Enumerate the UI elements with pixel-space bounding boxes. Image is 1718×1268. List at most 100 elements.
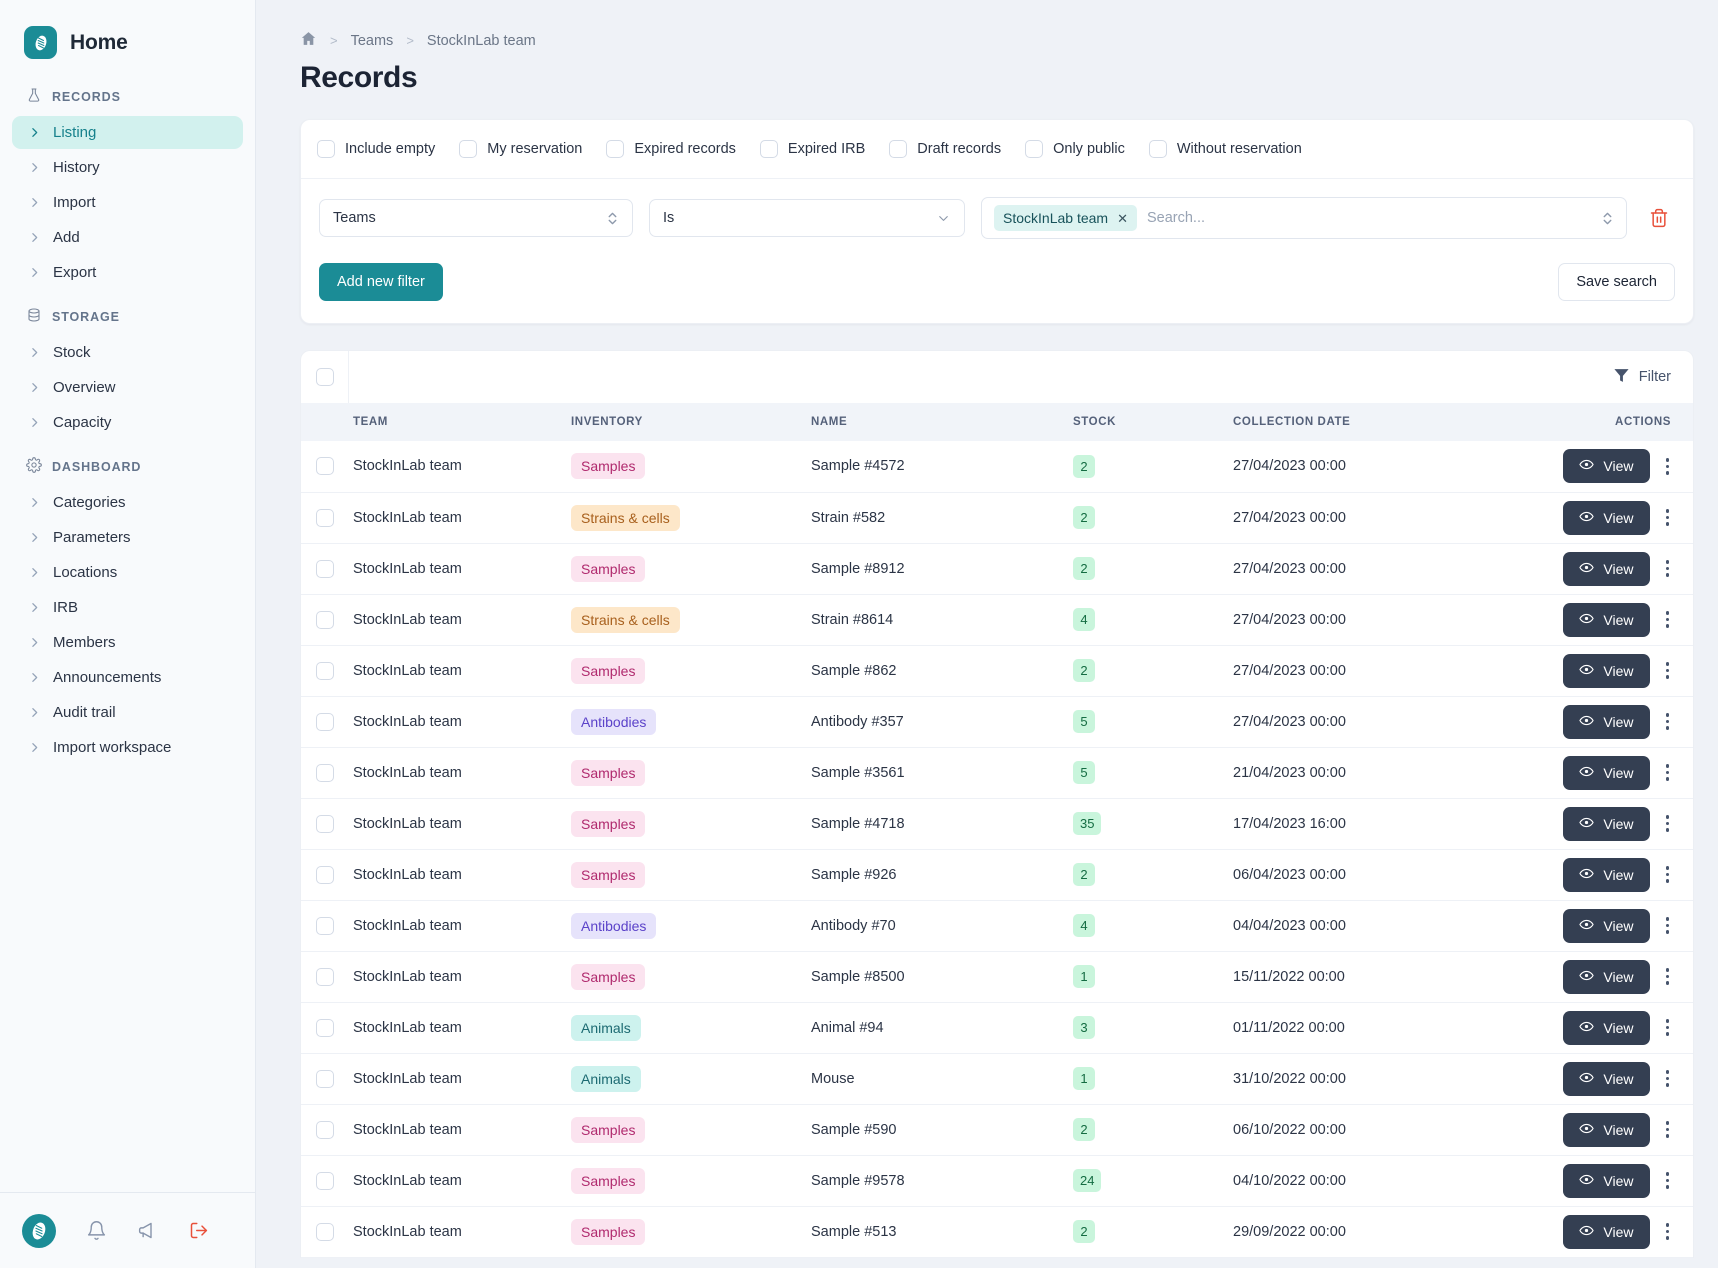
- kebab-icon[interactable]: [1656, 1064, 1680, 1093]
- bell-icon[interactable]: [86, 1220, 107, 1241]
- view-button[interactable]: View: [1563, 1061, 1650, 1096]
- sidebar-item-export[interactable]: Export: [12, 256, 243, 289]
- kebab-icon[interactable]: [1656, 809, 1680, 838]
- sidebar-item-import[interactable]: Import: [12, 186, 243, 219]
- kebab-icon[interactable]: [1656, 1217, 1680, 1246]
- view-button[interactable]: View: [1563, 806, 1650, 841]
- th-name[interactable]: NAME: [811, 403, 1073, 441]
- brand[interactable]: Home: [0, 0, 255, 59]
- checkbox-only-public[interactable]: Only public: [1025, 140, 1125, 158]
- chevron-updown-icon[interactable]: [1601, 209, 1614, 228]
- view-button[interactable]: View: [1563, 653, 1650, 688]
- view-button[interactable]: View: [1563, 1112, 1650, 1147]
- table-row[interactable]: StockInLab team Animals Mouse 1 31/10/2022 0…: [301, 1053, 1693, 1105]
- trash-icon[interactable]: [1643, 208, 1675, 228]
- row-checkbox[interactable]: [316, 508, 334, 527]
- table-row[interactable]: StockInLab team Antibodies Antibody #70 4 04…: [301, 900, 1693, 952]
- table-row[interactable]: StockInLab team Samples Sample #8500 1 15/11…: [301, 951, 1693, 1003]
- row-checkbox[interactable]: [316, 610, 334, 629]
- sidebar-item-overview[interactable]: Overview: [12, 371, 243, 404]
- sidebar-item-announcements[interactable]: Announcements: [12, 661, 243, 694]
- sidebar-item-stock[interactable]: Stock: [12, 336, 243, 369]
- checkbox-expired-irb[interactable]: Expired IRB: [759, 140, 865, 158]
- kebab-icon[interactable]: [1656, 605, 1680, 634]
- row-checkbox[interactable]: [316, 1171, 334, 1190]
- table-row[interactable]: StockInLab team Samples Sample #926 2 06/04/…: [301, 849, 1693, 901]
- filter-field-select[interactable]: Teams: [319, 199, 633, 237]
- logout-icon[interactable]: [188, 1220, 209, 1241]
- table-row[interactable]: StockInLab team Samples Sample #513 2 29/09/…: [301, 1206, 1693, 1258]
- sidebar-item-categories[interactable]: Categories: [12, 486, 243, 519]
- table-row[interactable]: StockInLab team Samples Sample #9578 24 04/1…: [301, 1155, 1693, 1207]
- kebab-icon[interactable]: [1656, 503, 1680, 532]
- filter-operator-select[interactable]: Is: [649, 199, 965, 237]
- checkbox-box[interactable]: [606, 140, 625, 158]
- view-button[interactable]: View: [1563, 755, 1650, 790]
- th-inventory[interactable]: INVENTORY: [571, 403, 811, 441]
- breadcrumb-item-teams[interactable]: Teams: [351, 33, 394, 49]
- home-icon[interactable]: [300, 30, 317, 51]
- table-row[interactable]: StockInLab team Strains & cells Strain #86…: [301, 594, 1693, 646]
- table-row[interactable]: StockInLab team Strains & cells Strain #58…: [301, 492, 1693, 544]
- kebab-icon[interactable]: [1656, 452, 1680, 481]
- row-checkbox[interactable]: [316, 1120, 334, 1139]
- kebab-icon[interactable]: [1656, 554, 1680, 583]
- row-checkbox[interactable]: [316, 916, 334, 935]
- row-checkbox[interactable]: [316, 763, 334, 782]
- row-checkbox[interactable]: [316, 1018, 334, 1037]
- sidebar-item-irb[interactable]: IRB: [12, 591, 243, 624]
- view-button[interactable]: View: [1563, 857, 1650, 892]
- row-checkbox[interactable]: [316, 661, 334, 680]
- sidebar-item-capacity[interactable]: Capacity: [12, 406, 243, 439]
- th-team[interactable]: TEAM: [349, 403, 571, 441]
- sidebar-item-add[interactable]: Add: [12, 221, 243, 254]
- sidebar-item-import-workspace[interactable]: Import workspace: [12, 731, 243, 764]
- checkbox-box[interactable]: [889, 140, 908, 158]
- view-button[interactable]: View: [1563, 551, 1650, 586]
- row-checkbox[interactable]: [316, 457, 334, 476]
- sidebar-item-history[interactable]: History: [12, 151, 243, 184]
- th-collection-date[interactable]: COLLECTION DATE: [1233, 403, 1493, 441]
- breadcrumb-item-team[interactable]: StockInLab team: [427, 33, 536, 49]
- view-button[interactable]: View: [1563, 704, 1650, 739]
- table-row[interactable]: StockInLab team Samples Sample #590 2 06/10/…: [301, 1104, 1693, 1156]
- checkbox-box[interactable]: [1148, 140, 1167, 158]
- checkbox-draft-records[interactable]: Draft records: [889, 140, 1001, 158]
- kebab-icon[interactable]: [1656, 656, 1680, 685]
- table-row[interactable]: StockInLab team Samples Sample #4718 35 17/0…: [301, 798, 1693, 850]
- row-checkbox[interactable]: [316, 712, 334, 731]
- kebab-icon[interactable]: [1656, 1115, 1680, 1144]
- checkbox-box[interactable]: [459, 140, 478, 158]
- sidebar-item-locations[interactable]: Locations: [12, 556, 243, 589]
- kebab-icon[interactable]: [1656, 911, 1680, 940]
- checkbox-box[interactable]: [759, 140, 778, 158]
- view-button[interactable]: View: [1563, 1010, 1650, 1045]
- sidebar-item-parameters[interactable]: Parameters: [12, 521, 243, 554]
- view-button[interactable]: View: [1563, 1163, 1650, 1198]
- row-checkbox[interactable]: [316, 814, 334, 833]
- kebab-icon[interactable]: [1656, 1013, 1680, 1042]
- table-filter-button[interactable]: Filter: [1613, 367, 1671, 388]
- kebab-icon[interactable]: [1656, 707, 1680, 736]
- view-button[interactable]: View: [1563, 1214, 1650, 1249]
- view-button[interactable]: View: [1563, 500, 1650, 535]
- sidebar-item-listing[interactable]: Listing: [12, 116, 243, 149]
- select-all-checkbox[interactable]: [315, 368, 334, 386]
- view-button[interactable]: View: [1563, 449, 1650, 484]
- checkbox-my-reservation[interactable]: My reservation: [459, 140, 582, 158]
- row-checkbox[interactable]: [316, 1222, 334, 1241]
- checkbox-box[interactable]: [1025, 140, 1044, 158]
- add-new-filter-button[interactable]: Add new filter: [319, 263, 443, 301]
- row-checkbox[interactable]: [316, 1069, 334, 1088]
- checkbox-without-reservation[interactable]: Without reservation: [1148, 140, 1302, 158]
- th-stock[interactable]: STOCK: [1073, 403, 1233, 441]
- kebab-icon[interactable]: [1656, 1166, 1680, 1195]
- sidebar-item-audit-trail[interactable]: Audit trail: [12, 696, 243, 729]
- kebab-icon[interactable]: [1656, 860, 1680, 889]
- kebab-icon[interactable]: [1656, 758, 1680, 787]
- view-button[interactable]: View: [1563, 908, 1650, 943]
- view-button[interactable]: View: [1563, 959, 1650, 994]
- row-checkbox[interactable]: [316, 559, 334, 578]
- row-checkbox[interactable]: [316, 865, 334, 884]
- save-search-button[interactable]: Save search: [1558, 263, 1675, 301]
